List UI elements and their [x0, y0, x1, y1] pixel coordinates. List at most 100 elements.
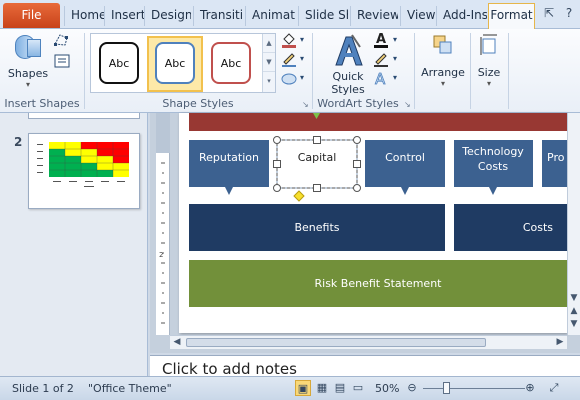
- theme-name[interactable]: "Office Theme": [88, 382, 172, 395]
- zoom-slider-thumb[interactable]: [443, 382, 450, 394]
- pro-label: Pro: [547, 151, 565, 164]
- adjust-handle-icon[interactable]: [293, 190, 305, 202]
- previous-slide-icon[interactable]: ▲: [568, 306, 580, 316]
- text-box-icon[interactable]: [52, 53, 72, 71]
- shape-outline-icon[interactable]: [280, 50, 300, 68]
- chevron-down-icon[interactable]: ▾: [298, 69, 306, 87]
- text-outline-icon[interactable]: [372, 50, 392, 68]
- reading-view-icon[interactable]: ▤: [332, 380, 348, 396]
- tab-format[interactable]: Format: [488, 3, 535, 30]
- vertical-ruler: 2: [156, 113, 170, 335]
- tab-slide-show[interactable]: Slide Sh: [298, 6, 348, 26]
- shape-styles-group-label: Shape Styles: [162, 97, 234, 110]
- chevron-down-icon[interactable]: ▾: [298, 31, 306, 49]
- quick-styles-label: Quick Styles: [331, 70, 365, 96]
- chevron-down-icon[interactable]: ▾: [391, 50, 399, 68]
- group-divider: [84, 33, 85, 109]
- shape-fill-icon[interactable]: [280, 31, 300, 49]
- chevron-down-icon: ▾: [486, 79, 491, 88]
- next-slide-icon[interactable]: ▼: [568, 319, 580, 329]
- dialog-launcher-icon[interactable]: ↘: [302, 101, 310, 109]
- style-swatch-blue[interactable]: Abc: [155, 42, 195, 84]
- arrange-button[interactable]: Arrange ▾: [420, 33, 466, 88]
- benefits-label: Benefits: [294, 221, 340, 234]
- normal-view-icon[interactable]: ▣: [295, 380, 311, 396]
- capital-label: Capital: [297, 151, 337, 164]
- arrange-label: Arrange: [421, 66, 465, 79]
- zoom-in-icon[interactable]: ⊕: [522, 380, 538, 396]
- svg-text:2: 2: [159, 251, 163, 259]
- chevron-down-icon[interactable]: ▾: [391, 31, 399, 49]
- scroll-left-icon[interactable]: ◀: [171, 337, 183, 347]
- costs-label: Costs: [522, 221, 553, 234]
- slide-thumbnail-1[interactable]: [28, 113, 140, 119]
- tab-home[interactable]: Home: [64, 6, 105, 26]
- quick-styles-button[interactable]: Quick Styles: [322, 33, 374, 96]
- shape-effects-icon[interactable]: [280, 69, 300, 87]
- horizontal-scrollbar[interactable]: ◀ ▶: [170, 335, 567, 349]
- chevron-down-icon[interactable]: ▾: [298, 50, 306, 68]
- slide-thumbnail-2[interactable]: [28, 133, 140, 209]
- size-button[interactable]: Size ▾: [474, 33, 504, 88]
- gallery-more-icon[interactable]: ▾: [263, 72, 275, 91]
- gallery-up-icon[interactable]: ▲: [263, 34, 275, 53]
- control-box[interactable]: [365, 140, 445, 195]
- status-bar: Slide 1 of 2 "Office Theme" ▣ ▦ ▤ ▭ 50% …: [0, 376, 580, 400]
- tab-animations[interactable]: Animati: [245, 6, 296, 26]
- text-fill-icon[interactable]: A: [372, 31, 392, 49]
- capital-box[interactable]: [276, 139, 358, 189]
- style-swatch-black[interactable]: Abc: [99, 42, 139, 84]
- slides-panel: 2: [0, 113, 148, 376]
- shapes-button[interactable]: Shapes ▾: [6, 33, 50, 95]
- scroll-down-icon[interactable]: ▼: [568, 293, 580, 303]
- chevron-down-icon[interactable]: ▾: [391, 69, 399, 87]
- title-bar: [189, 113, 567, 131]
- zoom-slider-track[interactable]: [423, 388, 525, 389]
- zoom-level[interactable]: 50%: [375, 382, 399, 395]
- shapes-icon: [13, 33, 43, 61]
- vertical-scrollbar[interactable]: ▼ ▲ ▼: [567, 113, 580, 335]
- dialog-launcher-icon[interactable]: ↘: [404, 101, 412, 109]
- style-swatch-red[interactable]: Abc: [211, 42, 251, 84]
- minimize-ribbon-icon[interactable]: ⇱: [541, 5, 557, 21]
- help-icon[interactable]: ?: [561, 5, 577, 21]
- notes-pane[interactable]: Click to add notes: [150, 355, 580, 378]
- tab-insert[interactable]: Insert: [104, 6, 144, 26]
- ribbon-format: Shapes ▾ Insert Shapes Abc Abc Abc ▲ ▼ ▾…: [0, 29, 580, 113]
- wordart-a-icon: [335, 34, 363, 66]
- risk-statement-label: Risk Benefit Statement: [314, 277, 442, 290]
- text-effects-icon[interactable]: A: [372, 69, 392, 89]
- group-divider: [414, 33, 415, 109]
- scroll-right-icon[interactable]: ▶: [554, 337, 566, 347]
- reputation-label: Reputation: [199, 151, 259, 164]
- svg-text:A: A: [375, 70, 386, 87]
- tab-review[interactable]: Review: [350, 6, 398, 26]
- slide-sorter-icon[interactable]: ▦: [314, 380, 330, 396]
- tab-view[interactable]: View: [400, 6, 435, 26]
- control-label: Control: [385, 151, 425, 164]
- size-label: Size: [477, 66, 501, 79]
- edit-shape-icon[interactable]: [52, 32, 72, 50]
- arrange-icon: [433, 35, 452, 54]
- group-divider: [312, 33, 313, 109]
- horizontal-scroll-thumb[interactable]: [186, 338, 486, 347]
- slide-show-icon[interactable]: ▭: [350, 380, 366, 396]
- tab-design[interactable]: Design: [144, 6, 191, 26]
- zoom-out-icon[interactable]: ⊖: [404, 380, 420, 396]
- fit-to-window-icon[interactable]: ⤢: [546, 380, 562, 396]
- reputation-box[interactable]: [189, 140, 269, 195]
- gallery-scroll[interactable]: ▲ ▼ ▾: [262, 34, 275, 92]
- slide-counter: Slide 1 of 2: [12, 382, 74, 395]
- size-icon: [480, 34, 497, 55]
- risk-matrix-thumbnail: [37, 142, 129, 187]
- shape-styles-gallery[interactable]: Abc Abc Abc ▲ ▼ ▾: [90, 33, 276, 93]
- svg-text:A: A: [376, 32, 386, 47]
- shapes-label: Shapes: [7, 67, 49, 80]
- file-tab[interactable]: File: [3, 3, 60, 28]
- wordart-styles-group-label: WordArt Styles: [317, 97, 399, 110]
- tab-transitions[interactable]: Transiti: [193, 6, 243, 26]
- gallery-down-icon[interactable]: ▼: [263, 53, 275, 72]
- slide-number: 2: [14, 135, 23, 149]
- tab-add-ins[interactable]: Add-Ins: [436, 6, 487, 26]
- slide-canvas[interactable]: Reputation Capital Control Technology Co…: [179, 113, 567, 333]
